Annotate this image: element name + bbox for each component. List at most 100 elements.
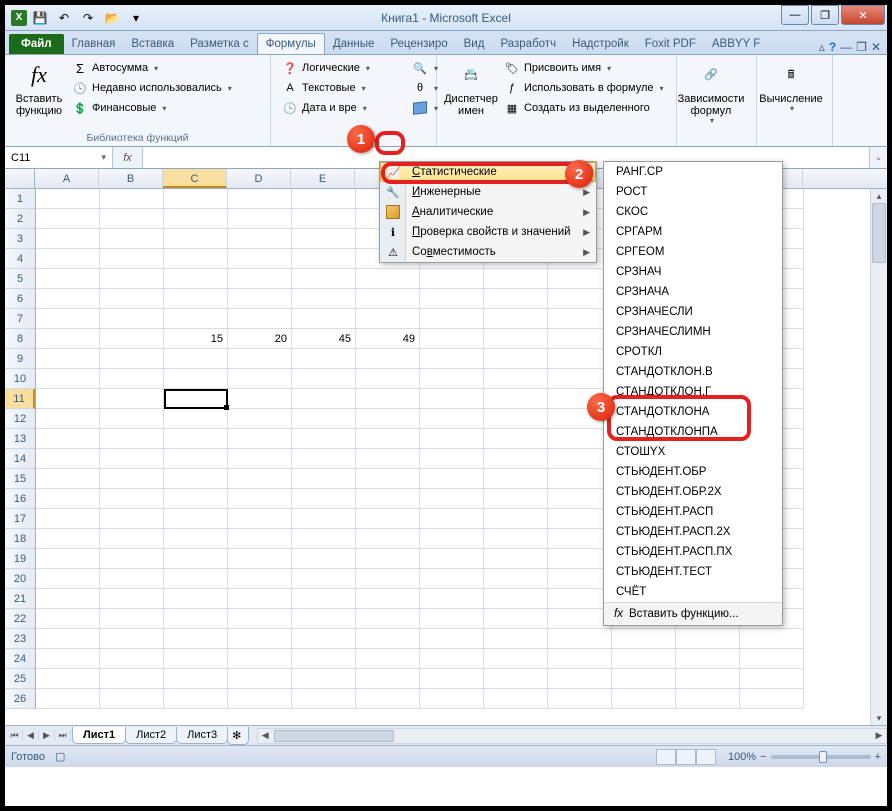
fx-button[interactable]: fx <box>113 147 143 168</box>
tab-home[interactable]: Главная <box>64 34 124 54</box>
row-header-16[interactable]: 16 <box>5 489 35 509</box>
cell[interactable] <box>36 309 100 329</box>
cell[interactable] <box>420 569 484 589</box>
cell[interactable] <box>420 509 484 529</box>
submenu-item[interactable]: СРЗНАЧ <box>604 262 782 282</box>
macro-record-icon[interactable]: ▢ <box>55 750 65 763</box>
cell[interactable] <box>292 569 356 589</box>
cell[interactable] <box>36 629 100 649</box>
cell[interactable] <box>356 369 420 389</box>
close-button[interactable]: ✕ <box>841 5 885 25</box>
insert-function-button[interactable]: fx Вставить функцию <box>11 57 67 119</box>
cell[interactable] <box>420 349 484 369</box>
tab-view[interactable]: Вид <box>456 34 493 54</box>
cell[interactable] <box>100 329 164 349</box>
cell[interactable] <box>228 509 292 529</box>
first-sheet-icon[interactable]: ⏮ <box>7 730 23 741</box>
cell[interactable] <box>484 509 548 529</box>
cell[interactable] <box>228 669 292 689</box>
menu-cube[interactable]: Аналитические▶ <box>380 202 596 222</box>
cell[interactable] <box>484 549 548 569</box>
row-header-24[interactable]: 24 <box>5 649 35 669</box>
submenu-item[interactable]: СРГЕОМ <box>604 242 782 262</box>
datetime-button[interactable]: 🕒Дата и вре▾ <box>279 99 373 117</box>
cell[interactable] <box>356 509 420 529</box>
redo-button[interactable]: ↷ <box>77 8 99 28</box>
cell[interactable] <box>420 609 484 629</box>
cell[interactable] <box>484 309 548 329</box>
row-header-15[interactable]: 15 <box>5 469 35 489</box>
cell[interactable] <box>356 409 420 429</box>
cell[interactable] <box>164 369 228 389</box>
col-header-D[interactable]: D <box>227 169 291 188</box>
cell[interactable] <box>292 309 356 329</box>
menu-compatibility[interactable]: ⚠Совместимость▶ <box>380 242 596 262</box>
cell[interactable] <box>292 349 356 369</box>
cell[interactable] <box>100 429 164 449</box>
cell[interactable] <box>164 389 228 409</box>
undo-button[interactable]: ↶ <box>53 8 75 28</box>
cell[interactable] <box>356 449 420 469</box>
doc-close-icon[interactable]: ✕ <box>871 40 881 54</box>
scroll-right-icon[interactable]: ▶ <box>872 730 886 741</box>
cell[interactable] <box>740 669 804 689</box>
minimize-button[interactable]: — <box>781 5 809 25</box>
cell[interactable] <box>228 189 292 209</box>
cell[interactable] <box>420 529 484 549</box>
open-button[interactable]: 📂 <box>101 8 123 28</box>
cell[interactable] <box>36 689 100 709</box>
cell[interactable] <box>36 589 100 609</box>
cell[interactable] <box>36 329 100 349</box>
cell[interactable] <box>228 589 292 609</box>
cell[interactable] <box>292 289 356 309</box>
cell[interactable] <box>164 649 228 669</box>
cell[interactable] <box>420 289 484 309</box>
doc-restore-icon[interactable]: ❐ <box>856 40 867 54</box>
cell[interactable] <box>164 689 228 709</box>
tab-developer[interactable]: Разработч <box>492 34 564 54</box>
select-all-corner[interactable] <box>5 169 35 188</box>
cell[interactable] <box>228 209 292 229</box>
page-break-view-button[interactable] <box>696 749 716 765</box>
row-header-12[interactable]: 12 <box>5 409 35 429</box>
cell[interactable] <box>164 309 228 329</box>
submenu-item[interactable]: РАНГ.СР <box>604 162 782 182</box>
cell[interactable] <box>292 449 356 469</box>
submenu-item[interactable]: СТЬЮДЕНТ.РАСП.2Х <box>604 522 782 542</box>
vertical-scrollbar[interactable]: ▴ ▾ <box>870 189 887 725</box>
cell[interactable] <box>164 229 228 249</box>
cell[interactable] <box>484 589 548 609</box>
submenu-item[interactable]: СРЗНАЧЕСЛИМН <box>604 322 782 342</box>
cell[interactable] <box>420 629 484 649</box>
cell[interactable] <box>36 429 100 449</box>
cell[interactable] <box>100 529 164 549</box>
row-header-3[interactable]: 3 <box>5 229 35 249</box>
submenu-item[interactable]: СРЗНАЧА <box>604 282 782 302</box>
cell[interactable] <box>356 429 420 449</box>
cell[interactable] <box>228 409 292 429</box>
cell[interactable] <box>484 669 548 689</box>
cell[interactable] <box>228 529 292 549</box>
cell[interactable] <box>100 309 164 329</box>
cell[interactable] <box>356 489 420 509</box>
cell[interactable] <box>100 509 164 529</box>
cell[interactable] <box>228 609 292 629</box>
cell[interactable] <box>292 549 356 569</box>
cell[interactable] <box>164 489 228 509</box>
cell[interactable] <box>420 329 484 349</box>
cell[interactable] <box>292 409 356 429</box>
cell[interactable] <box>420 409 484 429</box>
cell[interactable] <box>676 669 740 689</box>
row-header-21[interactable]: 21 <box>5 589 35 609</box>
row-header-7[interactable]: 7 <box>5 309 35 329</box>
cell[interactable] <box>164 569 228 589</box>
text-button[interactable]: AТекстовые▾ <box>279 79 373 97</box>
cell[interactable] <box>484 689 548 709</box>
submenu-item[interactable]: СТЬЮДЕНТ.ОБР <box>604 462 782 482</box>
submenu-item[interactable]: СТОШYX <box>604 442 782 462</box>
cell[interactable] <box>36 289 100 309</box>
zoom-slider[interactable] <box>771 755 871 759</box>
cell[interactable] <box>292 689 356 709</box>
cell[interactable] <box>36 609 100 629</box>
row-header-4[interactable]: 4 <box>5 249 35 269</box>
